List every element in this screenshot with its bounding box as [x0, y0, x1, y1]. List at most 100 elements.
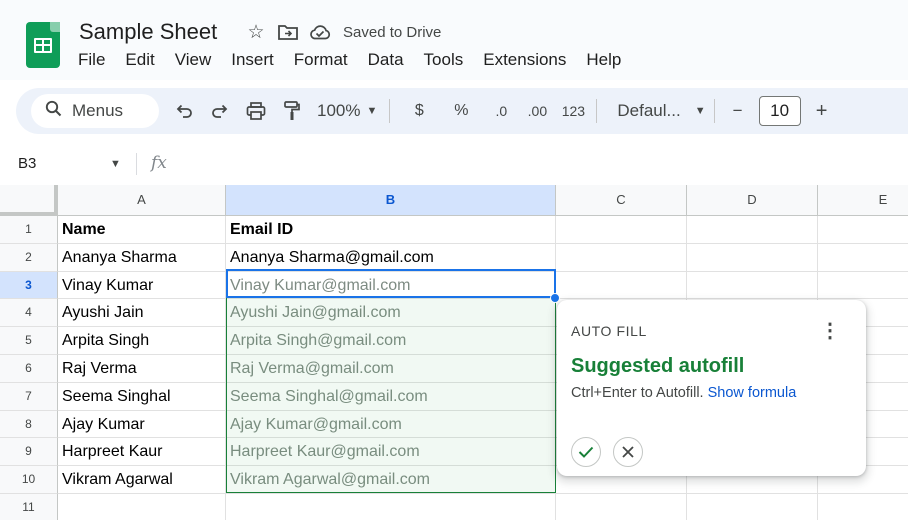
email-cell[interactable]: Raj Verma@gmail.com [226, 355, 556, 383]
empty-cell[interactable] [818, 494, 908, 520]
name-cell[interactable]: Ayushi Jain [58, 299, 226, 328]
more-formats-button[interactable]: 123 [558, 96, 588, 126]
cloud-done-icon[interactable] [307, 19, 333, 45]
empty-cell[interactable] [556, 494, 687, 520]
redo-icon[interactable] [205, 96, 235, 126]
name-cell[interactable]: Harpreet Kaur [58, 438, 226, 467]
increase-font-size-button[interactable]: + [807, 96, 837, 126]
percent-format-button[interactable]: % [446, 96, 476, 126]
chevron-down-icon: ▼ [694, 105, 706, 117]
decrease-font-size-button[interactable]: − [723, 96, 753, 126]
email-cell[interactable]: Vikram Agarwal@gmail.com [226, 466, 556, 494]
menu-format[interactable]: Format [286, 49, 356, 73]
menus-search-button[interactable]: Menus [31, 94, 159, 128]
row-header[interactable]: 3 [0, 271, 58, 300]
saved-status: Saved to Drive [343, 23, 442, 41]
paint-format-icon[interactable] [277, 96, 307, 126]
menu-view[interactable]: View [167, 49, 220, 73]
row-header[interactable]: 10 [0, 466, 58, 494]
name-cell[interactable]: Arpita Singh [58, 327, 226, 355]
menu-data[interactable]: Data [360, 49, 412, 73]
email-cell[interactable]: Arpita Singh@gmail.com [226, 327, 556, 355]
menu-help[interactable]: Help [578, 49, 629, 73]
email-cell[interactable] [226, 494, 556, 520]
row-header[interactable]: 6 [0, 355, 58, 383]
name-cell[interactable]: Vinay Kumar [58, 271, 226, 300]
formula-bar: B3 ▼ fx [0, 149, 908, 181]
function-icon: fx [151, 153, 167, 173]
col-head-d[interactable]: D [687, 185, 818, 216]
autofill-hint-text: Ctrl+Enter to Autofill. [571, 385, 704, 401]
row-header[interactable]: 2 [0, 243, 58, 272]
increase-decimal-label: .00 [527, 103, 548, 119]
sheets-logo-icon[interactable] [26, 22, 60, 68]
email-cell[interactable]: Harpreet Kaur@gmail.com [226, 438, 556, 467]
header-cell[interactable]: Name [58, 216, 226, 244]
zoom-select[interactable]: 100% ▼ [313, 96, 381, 126]
autofill-hint: Ctrl+Enter to Autofill. Show formula [571, 385, 796, 401]
empty-cell[interactable] [818, 216, 908, 244]
name-box[interactable]: B3 [18, 155, 36, 172]
row-header[interactable]: 11 [0, 494, 58, 520]
autofill-card: AUTO FILL ⋮ Suggested autofill Ctrl+Ente… [557, 300, 866, 476]
email-cell[interactable]: Vinay Kumar@gmail.com [226, 271, 556, 300]
col-head-e[interactable]: E [818, 185, 908, 216]
decrease-decimal-button[interactable]: .0 [486, 96, 516, 126]
empty-cell[interactable] [687, 494, 818, 520]
document-title[interactable]: Sample Sheet [79, 19, 217, 45]
chevron-down-icon[interactable]: ▼ [110, 158, 121, 170]
move-folder-icon[interactable] [275, 19, 301, 45]
print-icon[interactable] [241, 96, 271, 126]
col-head-c[interactable]: C [556, 185, 687, 216]
empty-cell[interactable] [687, 271, 818, 300]
empty-cell[interactable] [556, 243, 687, 272]
empty-cell[interactable] [556, 216, 687, 244]
header-cell[interactable]: Email ID [226, 216, 556, 244]
row-header[interactable]: 8 [0, 410, 58, 439]
close-icon [622, 446, 634, 458]
more-vert-icon[interactable]: ⋮ [820, 318, 840, 343]
email-cell[interactable]: Seema Singhal@gmail.com [226, 382, 556, 411]
name-cell[interactable]: Vikram Agarwal [58, 466, 226, 494]
fill-handle[interactable] [550, 293, 560, 303]
undo-icon[interactable] [169, 96, 199, 126]
row-header[interactable]: 1 [0, 216, 58, 244]
menu-tools[interactable]: Tools [416, 49, 472, 73]
font-select[interactable]: Defaul... ▼ [611, 96, 705, 126]
email-cell[interactable]: Ayushi Jain@gmail.com [226, 299, 556, 328]
currency-format-button[interactable]: $ [404, 96, 434, 126]
accept-autofill-button[interactable] [571, 437, 601, 467]
font-size-input[interactable]: 10 [758, 96, 801, 126]
email-cell[interactable]: Ananya Sharma@gmail.com [226, 243, 556, 272]
star-icon[interactable]: ☆ [243, 19, 269, 45]
empty-cell[interactable] [818, 244, 908, 272]
formula-bar-divider [136, 153, 137, 175]
menus-label: Menus [72, 101, 124, 120]
dismiss-autofill-button[interactable] [613, 437, 643, 467]
empty-cell[interactable] [556, 271, 687, 300]
row-header[interactable]: 4 [0, 299, 58, 328]
show-formula-link[interactable]: Show formula [708, 385, 797, 401]
menu-extensions[interactable]: Extensions [475, 49, 574, 73]
name-cell[interactable] [58, 494, 226, 520]
empty-cell[interactable] [687, 243, 818, 272]
row-header[interactable]: 5 [0, 327, 58, 355]
menu-file[interactable]: File [70, 49, 113, 73]
name-cell[interactable]: Ajay Kumar [58, 410, 226, 439]
menu-edit[interactable]: Edit [117, 49, 162, 73]
search-icon [45, 100, 62, 122]
empty-cell[interactable] [687, 216, 818, 244]
col-head-b[interactable]: B [226, 185, 556, 216]
row-header[interactable]: 7 [0, 382, 58, 411]
menu-insert[interactable]: Insert [223, 49, 282, 73]
col-head-a[interactable]: A [58, 185, 226, 216]
increase-decimal-button[interactable]: .00 [522, 96, 552, 126]
select-all-corner[interactable] [0, 185, 58, 216]
name-cell[interactable]: Seema Singhal [58, 382, 226, 411]
email-cell[interactable]: Ajay Kumar@gmail.com [226, 410, 556, 439]
toolbar-divider [596, 99, 598, 123]
row-header[interactable]: 9 [0, 438, 58, 467]
empty-cell[interactable] [818, 272, 908, 300]
name-cell[interactable]: Ananya Sharma [58, 243, 226, 272]
name-cell[interactable]: Raj Verma [58, 355, 226, 383]
